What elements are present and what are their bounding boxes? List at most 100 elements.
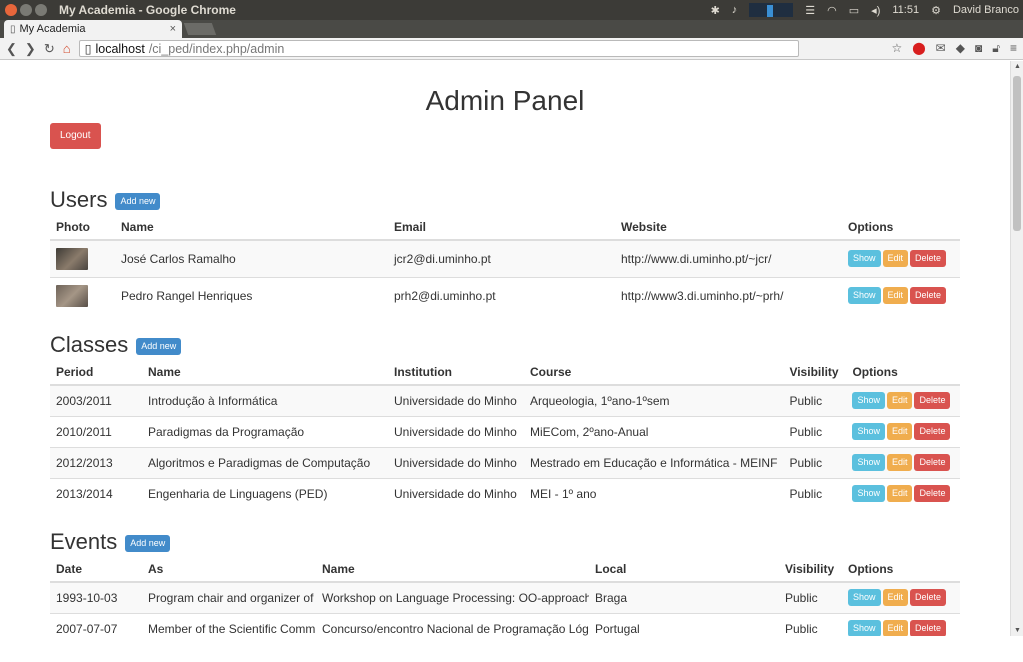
edit-button[interactable]: Edit xyxy=(882,589,909,607)
delete-button[interactable]: Delete xyxy=(910,589,947,607)
column-header: Local xyxy=(589,558,779,583)
users-section-header: Users Add new xyxy=(50,189,960,211)
clock[interactable]: 11:51 xyxy=(892,4,919,16)
settings-gear-icon[interactable]: ⚙ xyxy=(931,4,941,17)
show-button[interactable]: Show xyxy=(848,620,881,636)
edit-button[interactable]: Edit xyxy=(886,485,913,503)
show-button[interactable]: Show xyxy=(848,589,881,607)
users-table: Photo Name Email Website Options José Ca… xyxy=(50,216,960,314)
class-name: Engenharia de Linguagens (PED) xyxy=(142,477,388,509)
opera-extension-icon[interactable]: ⬤ xyxy=(912,41,925,56)
minimize-window-button[interactable] xyxy=(20,4,32,16)
column-header: Photo xyxy=(50,216,115,241)
delete-button[interactable]: Delete xyxy=(910,287,947,305)
table-row: 2012/2013 Algoritmos e Paradigmas de Com… xyxy=(50,446,960,478)
row-options: Show Edit Delete xyxy=(842,612,960,636)
reload-icon[interactable]: ↻ xyxy=(44,41,55,57)
wifi-icon[interactable]: ◠ xyxy=(827,4,837,17)
menu-icon[interactable]: ☰ xyxy=(805,4,815,17)
class-visibility: Public xyxy=(783,384,847,416)
extensions: ☆ ⬤ ✉ ◆ ◙ 🔓︎ ≡ xyxy=(891,41,1017,56)
column-header: Options xyxy=(842,216,960,241)
class-period: 2003/2011 xyxy=(50,384,142,416)
classes-heading: Classes xyxy=(50,332,129,357)
page-icon: ▯ xyxy=(10,23,16,35)
back-icon[interactable]: ❮ xyxy=(6,41,17,57)
tab-strip: ▯ My Academia × xyxy=(0,20,1023,38)
scrollbar-thumb[interactable] xyxy=(1013,76,1021,231)
events-section-header: Events Add new xyxy=(50,531,960,553)
edit-button[interactable]: Edit xyxy=(882,250,909,268)
delete-button[interactable]: Delete xyxy=(910,620,947,636)
show-button[interactable]: Show xyxy=(852,392,885,410)
home-icon[interactable]: ⌂ xyxy=(63,41,71,56)
edit-button[interactable]: Edit xyxy=(882,620,909,636)
system-monitor-graph[interactable] xyxy=(749,3,794,17)
close-tab-icon[interactable]: × xyxy=(170,23,176,35)
close-window-button[interactable] xyxy=(5,4,17,16)
add-user-button[interactable]: Add new xyxy=(115,193,161,210)
scroll-up-icon[interactable]: ▲ xyxy=(1014,63,1021,70)
event-visibility: Public xyxy=(779,581,842,613)
forward-icon[interactable]: ❯ xyxy=(25,41,36,57)
show-button[interactable]: Show xyxy=(848,250,881,268)
show-button[interactable]: Show xyxy=(848,287,881,305)
class-institution: Universidade do Minho xyxy=(388,477,524,509)
show-button[interactable]: Show xyxy=(852,423,885,440)
column-header: Options xyxy=(846,361,960,386)
classes-section-header: Classes Add new xyxy=(50,334,960,356)
table-row: 2010/2011 Paradigmas da Programação Univ… xyxy=(50,415,960,447)
event-name: Workshop on Language Processing: OO-appr… xyxy=(316,581,589,613)
delete-button[interactable]: Delete xyxy=(910,250,947,268)
pocket-extension-icon[interactable]: ◙ xyxy=(975,41,982,56)
battery-icon[interactable]: ▭ xyxy=(849,4,859,17)
row-options: Show Edit Delete xyxy=(846,415,960,447)
add-event-button[interactable]: Add new xyxy=(125,535,171,552)
delete-button[interactable]: Delete xyxy=(914,423,951,440)
table-row: 2007-07-07 Member of the Scientific Comm… xyxy=(50,612,960,636)
delete-button[interactable]: Delete xyxy=(914,454,951,471)
edit-button[interactable]: Edit xyxy=(886,454,913,471)
column-header: Visibility xyxy=(783,361,847,386)
event-date: 2007-07-07 xyxy=(50,612,142,636)
volume-icon[interactable]: ◂) xyxy=(871,4,880,17)
edit-button[interactable]: Edit xyxy=(882,287,909,305)
show-button[interactable]: Show xyxy=(852,454,885,471)
browser-tab[interactable]: ▯ My Academia × xyxy=(4,20,182,38)
bookmark-star-icon[interactable]: ☆ xyxy=(891,41,902,56)
maximize-window-button[interactable] xyxy=(35,4,47,16)
edit-button[interactable]: Edit xyxy=(886,423,913,440)
show-button[interactable]: Show xyxy=(852,485,885,503)
url-host: localhost xyxy=(95,41,145,56)
column-header: Options xyxy=(842,558,960,583)
add-class-button[interactable]: Add new xyxy=(136,338,182,355)
event-role: Member of the Scientific Commi xyxy=(142,612,316,636)
edit-button[interactable]: Edit xyxy=(886,392,913,410)
row-options: Show Edit Delete xyxy=(846,384,960,416)
scroll-down-icon[interactable]: ▼ xyxy=(1014,627,1021,634)
chrome-menu-icon[interactable]: ≡ xyxy=(1010,41,1017,56)
table-row: José Carlos Ramalho jcr2@di.uminho.pt ht… xyxy=(50,239,960,277)
page-icon: ▯ xyxy=(84,42,92,56)
lock-extension-icon[interactable]: 🔓︎ xyxy=(992,41,1000,56)
delete-button[interactable]: Delete xyxy=(914,392,951,410)
column-header: As xyxy=(142,558,316,583)
notification-bell-icon[interactable]: ♪ xyxy=(732,4,738,16)
logout-button[interactable]: Logout xyxy=(50,123,101,149)
class-visibility: Public xyxy=(783,446,847,478)
admin-container: Admin Panel Logout Users Add new Photo N… xyxy=(0,61,1010,636)
page-scrollbar[interactable]: ▲ ▼ xyxy=(1010,61,1023,636)
table-row: 1993-10-03 Program chair and organizer o… xyxy=(50,581,960,613)
mail-extension-icon[interactable]: ✉ xyxy=(936,41,946,56)
session-user[interactable]: David Branco xyxy=(953,4,1019,16)
class-period: 2012/2013 xyxy=(50,446,142,478)
address-bar[interactable]: ▯ localhost/ci_ped/index.php/admin xyxy=(78,40,799,57)
dropbox-icon[interactable]: ✱ xyxy=(711,4,720,17)
column-header: Course xyxy=(524,361,784,386)
diamond-extension-icon[interactable]: ◆ xyxy=(956,41,965,56)
delete-button[interactable]: Delete xyxy=(914,485,951,503)
browser-toolbar: ❮ ❯ ↻ ⌂ ▯ localhost/ci_ped/index.php/adm… xyxy=(0,38,1023,60)
user-name: Pedro Rangel Henriques xyxy=(115,276,388,314)
row-options: Show Edit Delete xyxy=(842,581,960,613)
new-tab-button[interactable] xyxy=(183,23,217,35)
